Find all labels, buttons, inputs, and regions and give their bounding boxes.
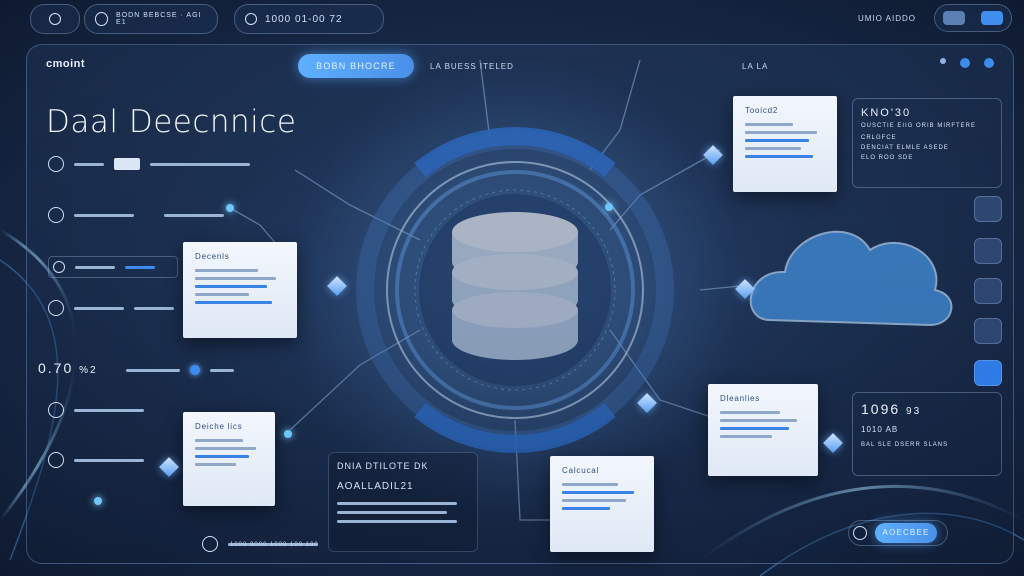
dot-icon[interactable] bbox=[960, 58, 970, 68]
right-head: KNO'30 bbox=[861, 107, 912, 119]
document-card-1[interactable]: Tooicd2 bbox=[733, 96, 837, 192]
stat-number: 0.70 bbox=[38, 360, 74, 376]
timer-icon bbox=[48, 156, 64, 172]
side-action-user[interactable] bbox=[974, 318, 1002, 344]
bottom-right-control[interactable]: AOECBEE bbox=[848, 520, 948, 546]
right-line-4: ELO ROO SDE bbox=[861, 155, 914, 161]
left-row-6[interactable] bbox=[48, 452, 144, 468]
slider-track bbox=[210, 368, 234, 372]
stat-suffix: %2 bbox=[79, 365, 98, 376]
right-stat-suffix: 93 bbox=[906, 406, 922, 417]
side-action-doc[interactable] bbox=[974, 196, 1002, 222]
page-title: Daal Deecnnice bbox=[46, 104, 297, 140]
filter-icon bbox=[48, 452, 64, 468]
top-time-chip[interactable]: 1000 01-00 72 bbox=[234, 4, 384, 34]
slider-track bbox=[126, 368, 180, 372]
row-bar bbox=[75, 265, 115, 269]
bottom-subhead: AOALLADIL21 bbox=[337, 481, 414, 492]
header-dots bbox=[940, 58, 994, 68]
side-action-folder[interactable] bbox=[974, 238, 1002, 264]
stat-value: 0.70 %2 bbox=[38, 360, 98, 376]
top-nav-text: BODN BEBCSE · AGI E1 bbox=[116, 12, 202, 26]
chart-icon bbox=[48, 402, 64, 418]
link-icon[interactable] bbox=[981, 11, 1003, 25]
node-dot[interactable] bbox=[605, 203, 613, 211]
settings-icon bbox=[48, 207, 64, 223]
row-bar bbox=[74, 162, 104, 166]
pin-icon bbox=[49, 13, 61, 25]
top-pin-chip[interactable] bbox=[30, 4, 80, 34]
bottom-footer-text: 1000 3000 1000 100 100 bbox=[230, 542, 319, 548]
document-card-4[interactable]: Calcucal bbox=[550, 456, 654, 552]
header-right-tiny: LA LA bbox=[742, 62, 769, 71]
document-card-3[interactable]: Deiche lics bbox=[183, 412, 275, 506]
row-slider-thumb[interactable] bbox=[114, 158, 140, 170]
right-stat-panel: 1096 93 1010 AB BAL SLE DSERR SLANS bbox=[852, 392, 1002, 476]
left-row-3[interactable] bbox=[48, 256, 178, 278]
document-card-2[interactable]: Decenls bbox=[183, 242, 297, 338]
slider-thumb[interactable] bbox=[190, 365, 200, 375]
right-line-3: DENCIAT ELMLE ASEDE bbox=[861, 145, 949, 151]
bottom-head: DNIA DTILOTE DK bbox=[337, 461, 429, 471]
right-stat-value: 1096 bbox=[861, 401, 901, 417]
row-bar bbox=[74, 408, 144, 412]
dot-icon[interactable] bbox=[984, 58, 994, 68]
top-time-text: 1000 01-00 72 bbox=[265, 13, 343, 25]
left-row-5[interactable] bbox=[48, 402, 144, 418]
refresh-icon bbox=[202, 536, 218, 552]
row-bar bbox=[74, 213, 134, 217]
record-icon bbox=[853, 526, 867, 540]
top-right-toggle[interactable] bbox=[934, 4, 1012, 32]
document-card-5[interactable]: Dleanlies bbox=[708, 384, 818, 476]
bottom-right-button[interactable]: AOECBEE bbox=[875, 523, 937, 543]
left-row-4[interactable] bbox=[48, 300, 174, 316]
right-stat-number: 1096 93 bbox=[861, 401, 993, 417]
row-bar bbox=[74, 458, 144, 462]
node-dot[interactable] bbox=[284, 430, 292, 438]
node-dot[interactable] bbox=[94, 497, 102, 505]
document-title: Calcucal bbox=[562, 466, 600, 475]
top-right-label: UMIO AIDDO bbox=[858, 14, 917, 23]
right-line-2: CRLGFCE bbox=[861, 135, 897, 141]
row-bar bbox=[134, 306, 174, 310]
side-action-list[interactable] bbox=[974, 278, 1002, 304]
header-sub-label: LA BUESS ITELED bbox=[430, 62, 514, 71]
side-action-export[interactable] bbox=[974, 360, 1002, 386]
row-bar bbox=[74, 306, 124, 310]
document-title: Tooicd2 bbox=[745, 106, 779, 115]
user-icon bbox=[48, 300, 64, 316]
top-nav-chip[interactable]: BODN BEBCSE · AGI E1 bbox=[84, 4, 218, 34]
right-line-5: 1010 AB bbox=[861, 425, 899, 434]
window-icon[interactable] bbox=[943, 11, 965, 25]
bottom-info-panel: DNIA DTILOTE DK AOALLADIL21 bbox=[328, 452, 478, 552]
stat-slider[interactable] bbox=[126, 365, 234, 375]
right-info-panel: KNO'30 OUSCTIE EIIG ORIB MIRFTERE CRLGFC… bbox=[852, 98, 1002, 188]
row-bar bbox=[150, 162, 250, 166]
document-title: Decenls bbox=[195, 252, 230, 261]
node-dot[interactable] bbox=[226, 204, 234, 212]
globe-icon bbox=[95, 12, 109, 26]
row-bar bbox=[164, 213, 224, 217]
left-row-1[interactable] bbox=[48, 156, 250, 172]
document-title: Dleanlies bbox=[720, 394, 761, 403]
right-line-1: OUSCTIE EIIG ORIB MIRFTERE bbox=[861, 123, 977, 129]
header-cta-button[interactable]: BOBN BHOCRE bbox=[298, 54, 414, 78]
left-row-2[interactable] bbox=[48, 207, 224, 223]
dot-icon[interactable] bbox=[940, 58, 946, 64]
bell-icon bbox=[53, 261, 65, 273]
document-title: Deiche lics bbox=[195, 422, 243, 431]
row-bar-active bbox=[125, 265, 155, 269]
clock-icon bbox=[245, 13, 257, 25]
app-logo: cmoint bbox=[46, 58, 86, 70]
right-line-6: BAL SLE DSERR SLANS bbox=[861, 442, 949, 448]
